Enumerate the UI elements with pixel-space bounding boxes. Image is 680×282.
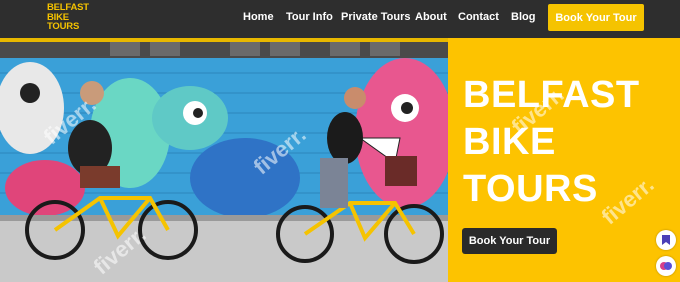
site-header: BELFAST BIKE TOURS Home Tour Info Privat… <box>0 0 680 38</box>
nav-home[interactable]: Home <box>243 11 274 23</box>
logo-line-3: TOURS <box>47 21 80 32</box>
nav-tour-info[interactable]: Tour Info <box>286 11 333 23</box>
book-tour-nav-button[interactable]: Book Your Tour <box>548 4 644 31</box>
hero-title-line-1: BELFAST <box>463 74 640 116</box>
logo[interactable]: BELFAST BIKE TOURS <box>47 3 97 32</box>
hero-title-line-2: BIKE <box>463 121 556 163</box>
nav-contact[interactable]: Contact <box>458 11 499 23</box>
nav-about[interactable]: About <box>415 11 447 23</box>
nav-private-tours[interactable]: Private Tours <box>341 11 411 23</box>
hero-title-line-3: TOURS <box>463 168 598 210</box>
hero-title: BELFAST BIKE TOURS <box>463 72 640 213</box>
book-tour-hero-button[interactable]: Book Your Tour <box>462 228 557 254</box>
nav-blog[interactable]: Blog <box>511 11 535 23</box>
hero-photo: fiverr. fiverr. fiverr. <box>0 38 448 282</box>
side-toolbar <box>656 230 678 282</box>
bookmark-icon[interactable] <box>656 230 676 250</box>
brain-icon[interactable] <box>656 256 676 276</box>
